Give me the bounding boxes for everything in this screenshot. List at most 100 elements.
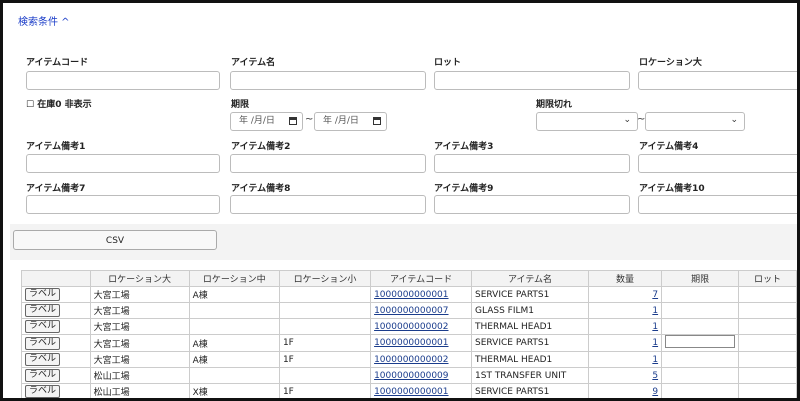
- quantity-link[interactable]: 7: [652, 290, 658, 300]
- calendar-icon[interactable]: [289, 117, 297, 125]
- lot-input[interactable]: [434, 71, 630, 90]
- cell-location-middle: A棟: [188, 334, 280, 352]
- header-label-col: [21, 270, 91, 287]
- note7-label: アイテム備考7: [26, 184, 86, 194]
- stock-zero-hide-label: 在庫0 非表示: [37, 100, 92, 110]
- item-code-link[interactable]: 1000000000002: [374, 355, 448, 365]
- calendar-icon[interactable]: [373, 117, 381, 125]
- cell-location-large: 松山工場: [89, 383, 190, 398]
- expired-from-select[interactable]: ⌄: [536, 112, 638, 131]
- header-quantity[interactable]: 数量: [588, 270, 663, 287]
- csv-button[interactable]: CSV: [13, 230, 217, 250]
- cell-lot: [738, 351, 797, 368]
- quantity-link[interactable]: 9: [652, 387, 658, 397]
- note7-input[interactable]: [26, 195, 220, 214]
- cell-location-large: 大宮工場: [89, 351, 190, 368]
- note2-label: アイテム備考2: [231, 142, 291, 152]
- quantity-link[interactable]: 1: [652, 322, 658, 332]
- search-conditions-toggle[interactable]: 検索条件 ^: [18, 13, 70, 28]
- cell-location-small: [278, 286, 372, 303]
- period-input[interactable]: [665, 335, 736, 348]
- period-label: 期限: [231, 100, 250, 110]
- cell-item-name: GLASS FILM1: [471, 302, 590, 319]
- item-name-label: アイテム名: [231, 58, 276, 68]
- search-panel: アイテムコード アイテム名 ロット ロケーション大 ☐ 在庫0 非表示 期限 期…: [10, 39, 797, 252]
- header-period[interactable]: 期限: [661, 270, 740, 287]
- note4-label: アイテム備考4: [639, 142, 699, 152]
- item-code-link[interactable]: 1000000000001: [374, 387, 448, 397]
- label-button[interactable]: ラベル: [25, 304, 61, 317]
- table-row: ラベル 大宮工場 A棟 1F 1000000000001 SERVICE PAR…: [21, 334, 797, 352]
- cell-lot: [738, 383, 797, 398]
- cell-location-small: [278, 318, 372, 335]
- location-large-input[interactable]: [638, 71, 797, 90]
- label-button[interactable]: ラベル: [25, 288, 61, 301]
- cell-lot: [738, 367, 797, 384]
- header-item-code[interactable]: アイテムコード: [370, 270, 473, 287]
- item-code-link[interactable]: 1000000000007: [374, 306, 448, 316]
- note8-input[interactable]: [230, 195, 426, 214]
- note2-input[interactable]: [230, 154, 426, 173]
- period-tilde: ~: [305, 114, 314, 125]
- stock-zero-hide-checkbox[interactable]: ☐ 在庫0 非表示: [26, 97, 92, 110]
- note9-input[interactable]: [434, 195, 630, 214]
- table-row: ラベル 大宮工場 1000000000002 THERMAL HEAD1 1: [21, 318, 797, 335]
- cell-item-name: SERVICE PARTS1: [471, 286, 590, 303]
- expired-label: 期限切れ: [536, 100, 573, 110]
- header-location-middle[interactable]: ロケーション中: [188, 270, 280, 287]
- expired-to-select[interactable]: ⌄: [645, 112, 745, 131]
- cell-item-name: SERVICE PARTS1: [471, 334, 590, 352]
- quantity-link[interactable]: 1: [652, 355, 658, 365]
- label-button[interactable]: ラベル: [25, 369, 61, 382]
- item-code-input[interactable]: [26, 71, 220, 90]
- cell-period: [661, 302, 740, 319]
- item-code-link[interactable]: 1000000000002: [374, 322, 448, 332]
- table-row: ラベル 大宮工場 1000000000007 GLASS FILM1 1: [21, 302, 797, 319]
- label-button[interactable]: ラベル: [25, 336, 61, 350]
- checkbox-icon[interactable]: ☐: [26, 100, 34, 110]
- label-button[interactable]: ラベル: [25, 385, 61, 398]
- note10-input[interactable]: [638, 195, 797, 214]
- quantity-link[interactable]: 1: [652, 338, 658, 348]
- cell-location-middle: [188, 302, 280, 319]
- label-button[interactable]: ラベル: [25, 320, 61, 333]
- cell-period[interactable]: [661, 334, 740, 352]
- item-code-link[interactable]: 1000000000009: [374, 371, 448, 381]
- cell-location-middle: [188, 367, 280, 384]
- cell-period: [661, 318, 740, 335]
- date-placeholder: 年 /月/日: [323, 116, 359, 126]
- note3-input[interactable]: [434, 154, 630, 173]
- header-item-name[interactable]: アイテム名: [471, 270, 590, 287]
- note1-input[interactable]: [26, 154, 220, 173]
- quantity-link[interactable]: 1: [652, 306, 658, 316]
- period-to-date[interactable]: 年 /月/日: [314, 112, 387, 131]
- cell-location-small: [278, 302, 372, 319]
- note4-input[interactable]: [638, 154, 797, 173]
- period-from-date[interactable]: 年 /月/日: [230, 112, 303, 131]
- cell-period: [661, 351, 740, 368]
- note10-label: アイテム備考10: [639, 184, 705, 194]
- header-location-large[interactable]: ロケーション大: [89, 270, 190, 287]
- label-button[interactable]: ラベル: [25, 353, 61, 366]
- location-large-label: ロケーション大: [639, 58, 702, 68]
- cell-lot: [738, 318, 797, 335]
- cell-item-name: THERMAL HEAD1: [471, 351, 590, 368]
- note3-label: アイテム備考3: [434, 142, 494, 152]
- item-name-input[interactable]: [230, 71, 426, 90]
- table-row: ラベル 大宮工場 A棟 1000000000001 SERVICE PARTS1…: [21, 286, 797, 303]
- item-code-link[interactable]: 1000000000001: [374, 338, 448, 348]
- cell-location-small: 1F: [278, 383, 372, 398]
- table-row: ラベル 大宮工場 A棟 1F 1000000000002 THERMAL HEA…: [21, 351, 797, 368]
- app-frame: 検索条件 ^ アイテムコード アイテム名 ロット ロケーション大 ☐ 在庫0 非…: [0, 0, 800, 401]
- lot-label: ロット: [434, 58, 462, 68]
- item-code-link[interactable]: 1000000000001: [374, 290, 448, 300]
- table-row: ラベル 松山工場 1000000000009 1ST TRANSFER UNIT…: [21, 367, 797, 384]
- header-location-small[interactable]: ロケーション小: [278, 270, 372, 287]
- cell-location-middle: A棟: [188, 286, 280, 303]
- chevron-down-icon: ⌄: [623, 115, 631, 125]
- cell-location-middle: X棟: [188, 383, 280, 398]
- table-row: ラベル 松山工場 X棟 1F 1000000000001 SERVICE PAR…: [21, 383, 797, 398]
- header-lot[interactable]: ロット: [738, 270, 797, 287]
- cell-item-name: SERVICE PARTS1: [471, 383, 590, 398]
- quantity-link[interactable]: 5: [652, 371, 658, 381]
